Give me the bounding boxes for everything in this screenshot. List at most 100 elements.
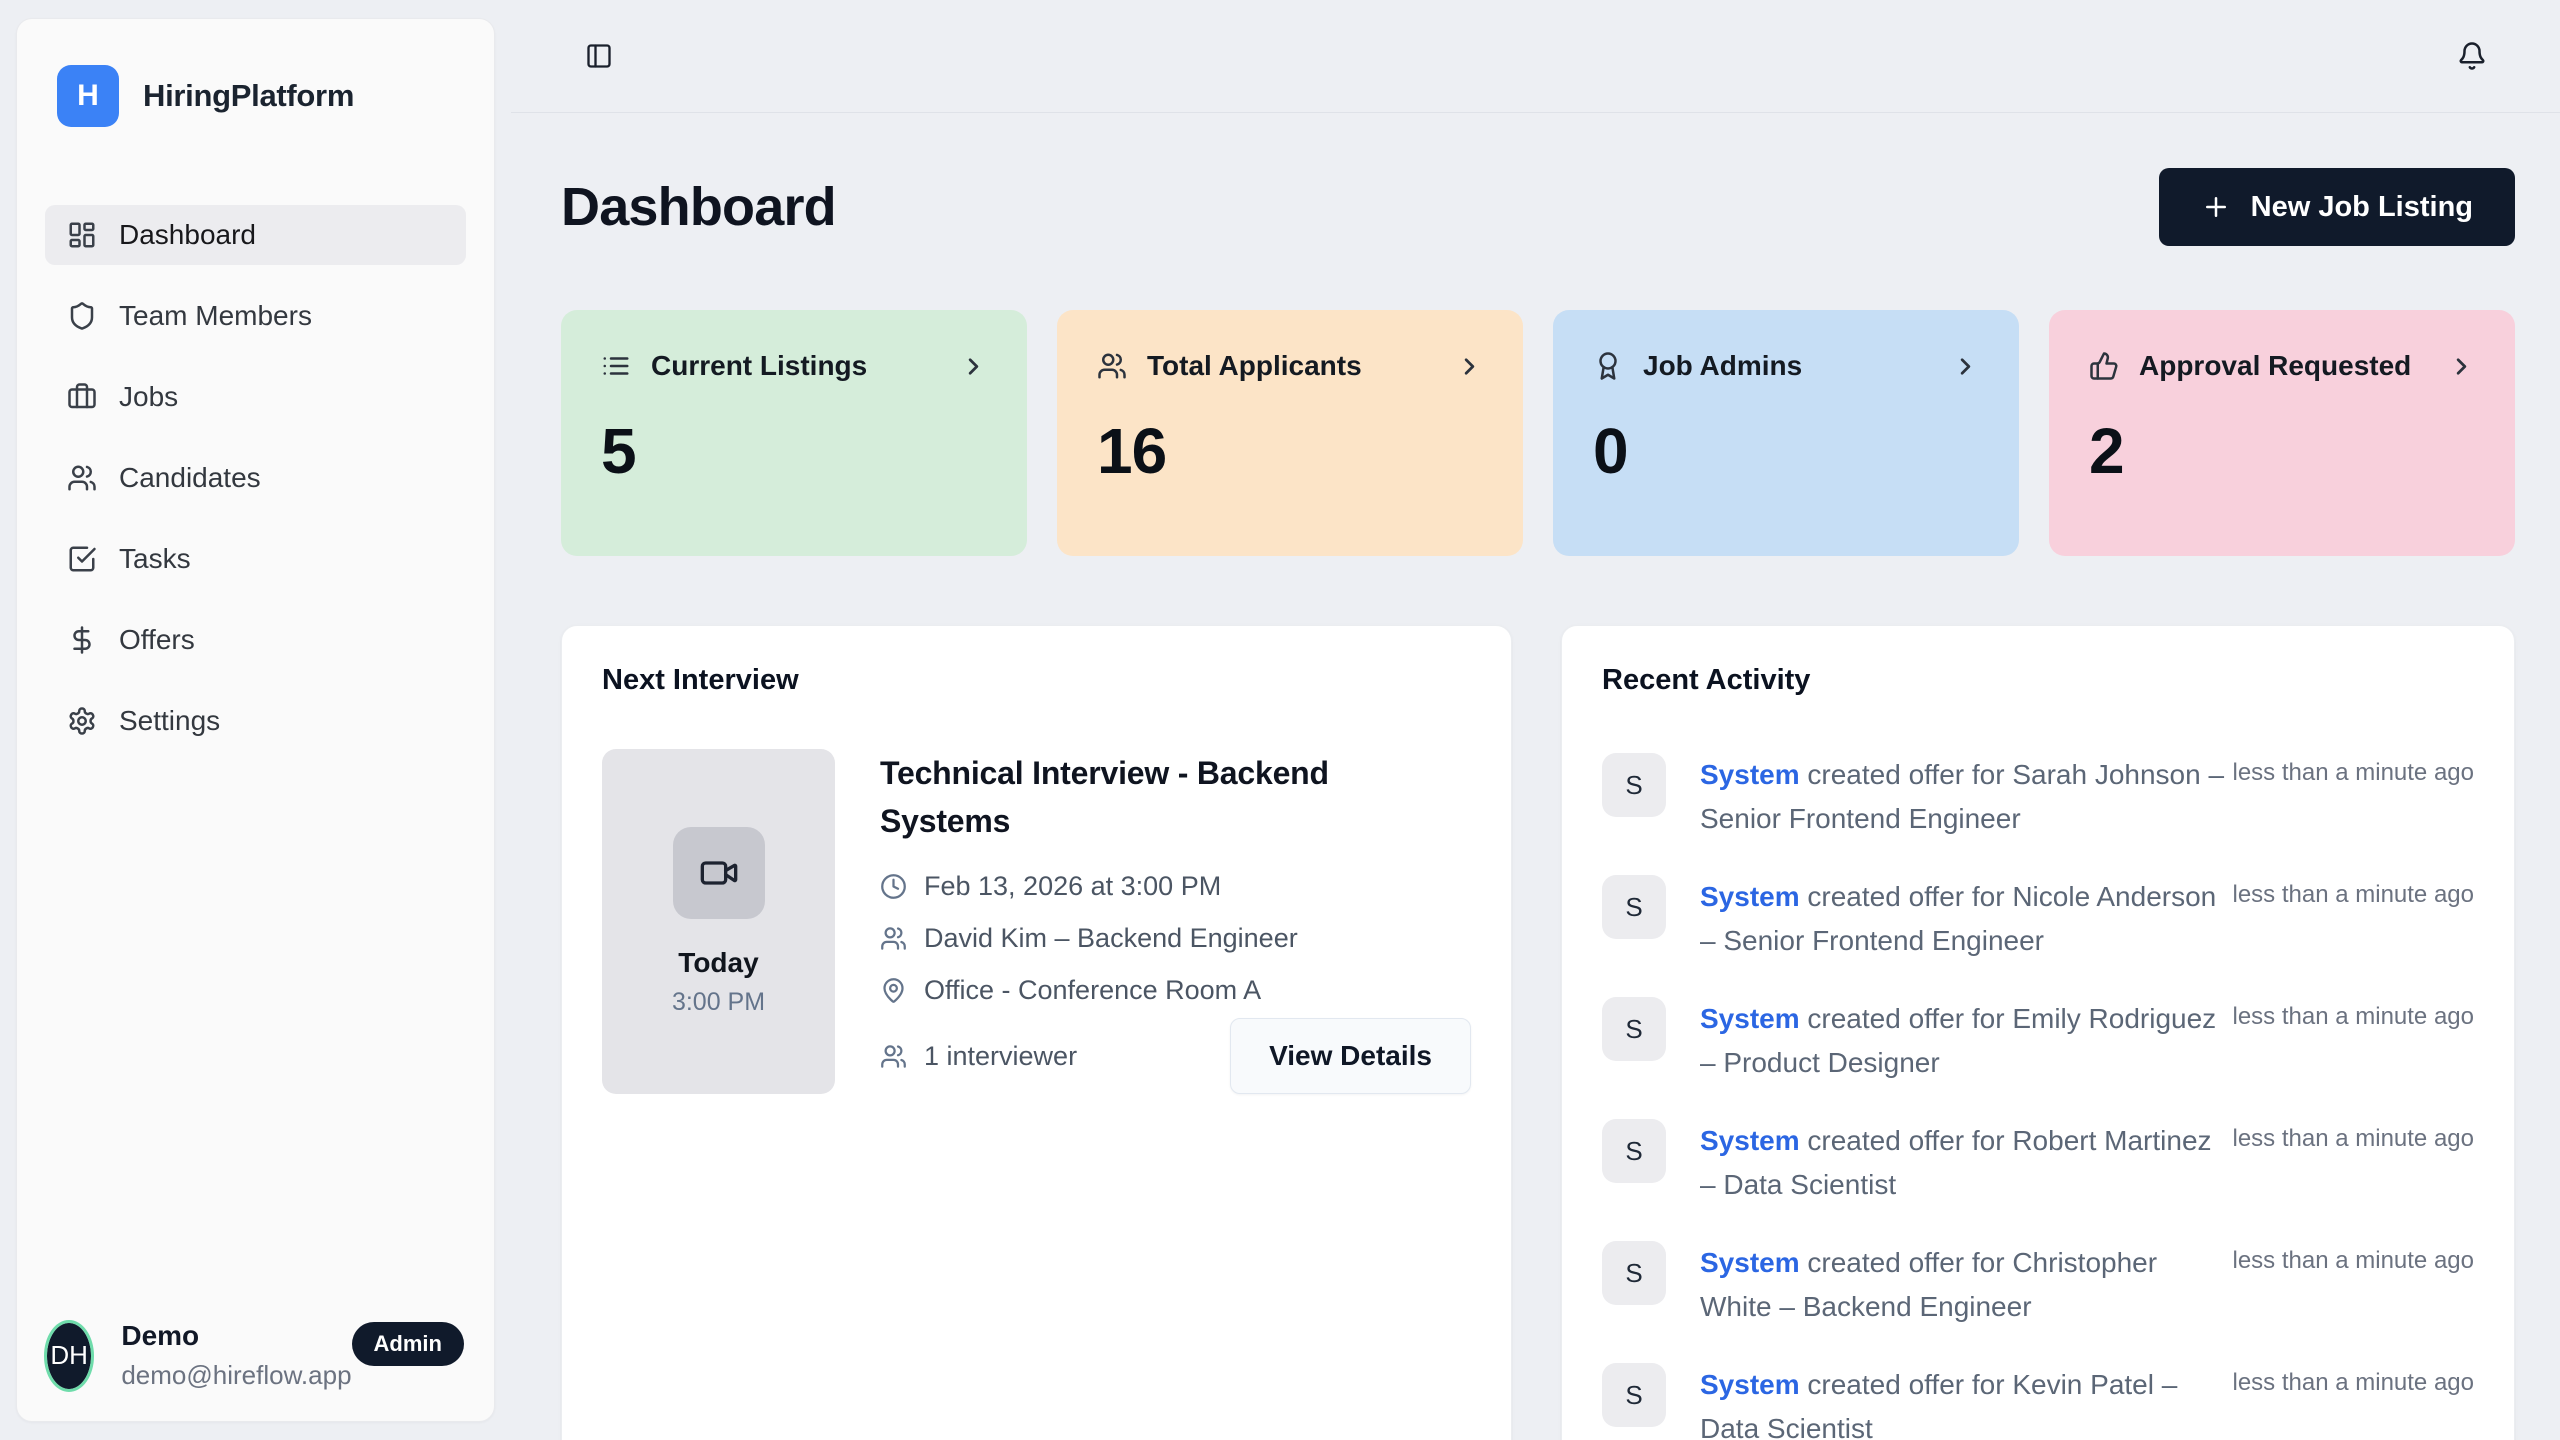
sidebar-item-tasks[interactable]: Tasks <box>45 529 466 589</box>
bell-icon <box>2457 41 2487 71</box>
activity-text: System created offer for Christopher Whi… <box>1700 1241 2225 1329</box>
activity-avatar: S <box>1602 1363 1666 1427</box>
app-logo-icon: H <box>57 65 119 127</box>
sidebar-item-candidates[interactable]: Candidates <box>45 448 466 508</box>
sidebar-item-offers[interactable]: Offers <box>45 610 466 670</box>
stat-label: Total Applicants <box>1147 350 1362 382</box>
main-content: Dashboard New Job Listing Current Listin… <box>511 113 2560 1440</box>
gear-icon <box>67 706 97 736</box>
interview-location-row: Office - Conference Room A <box>880 975 1471 1006</box>
activity-avatar: S <box>1602 997 1666 1061</box>
sidebar-item-team-members[interactable]: Team Members <box>45 286 466 346</box>
activity-timestamp: less than a minute ago <box>2233 1363 2475 1397</box>
users-icon <box>880 1043 907 1070</box>
stat-card-total-applicants[interactable]: Total Applicants 16 <box>1057 310 1523 556</box>
activity-text: System created offer for Robert Martinez… <box>1700 1119 2225 1207</box>
app-logo: H HiringPlatform <box>57 65 458 127</box>
activity-timestamp: less than a minute ago <box>2233 875 2475 909</box>
activity-timestamp: less than a minute ago <box>2233 1241 2475 1275</box>
interview-day-label: Today <box>678 947 758 979</box>
sidebar-toggle-button[interactable] <box>577 34 621 78</box>
activity-timestamp: less than a minute ago <box>2233 753 2475 787</box>
activity-avatar: S <box>1602 1119 1666 1183</box>
sidebar-item-label: Tasks <box>119 543 191 575</box>
activity-actor-link[interactable]: System <box>1700 1003 1800 1034</box>
new-job-listing-button[interactable]: New Job Listing <box>2159 168 2515 246</box>
users-icon <box>67 463 97 493</box>
activity-item: S System created offer for Nicole Anders… <box>1602 875 2474 963</box>
activity-item: S System created offer for Kevin Patel –… <box>1602 1363 2474 1440</box>
thumbs-up-icon <box>2089 351 2119 381</box>
chevron-right-icon <box>1952 353 1979 380</box>
interview-time-label: 3:00 PM <box>672 988 765 1017</box>
activity-item: S System created offer for Emily Rodrigu… <box>1602 997 2474 1085</box>
stat-card-job-admins[interactable]: Job Admins 0 <box>1553 310 2019 556</box>
user-email: demo@hireflow.app <box>121 1360 351 1391</box>
stats-row: Current Listings 5 Total Applicants <box>561 310 2515 556</box>
dollar-icon <box>67 625 97 655</box>
notifications-button[interactable] <box>2450 34 2494 78</box>
chevron-right-icon <box>1456 353 1483 380</box>
view-details-button[interactable]: View Details <box>1230 1018 1471 1094</box>
stat-value: 0 <box>1593 414 1979 488</box>
activity-actor-link[interactable]: System <box>1700 1369 1800 1400</box>
sidebar-item-label: Jobs <box>119 381 178 413</box>
sidebar-item-label: Settings <box>119 705 220 737</box>
activity-text: System created offer for Nicole Anderson… <box>1700 875 2225 963</box>
sidebar-item-label: Team Members <box>119 300 312 332</box>
admin-role-badge: Admin <box>352 1322 464 1366</box>
activity-text: System created offer for Emily Rodriguez… <box>1700 997 2225 1085</box>
activity-actor-link[interactable]: System <box>1700 1247 1800 1278</box>
sidebar-item-label: Dashboard <box>119 219 256 251</box>
recent-activity-heading: Recent Activity <box>1602 664 2474 697</box>
activity-timestamp: less than a minute ago <box>2233 1119 2475 1153</box>
sidebar-item-jobs[interactable]: Jobs <box>45 367 466 427</box>
users-icon <box>880 925 907 952</box>
activity-avatar: S <box>1602 875 1666 939</box>
activity-avatar: S <box>1602 753 1666 817</box>
activity-actor-link[interactable]: System <box>1700 1125 1800 1156</box>
sidebar-nav: Dashboard Team Members Jobs Candidates <box>45 205 466 751</box>
map-pin-icon <box>880 977 907 1004</box>
chevron-right-icon <box>960 353 987 380</box>
sidebar-item-settings[interactable]: Settings <box>45 691 466 751</box>
topbar <box>511 0 2560 113</box>
next-interview-panel: Next Interview Today 3:00 PM Technical I… <box>561 625 1512 1440</box>
sidebar-item-label: Candidates <box>119 462 261 494</box>
video-camera-icon <box>673 827 765 919</box>
stat-value: 5 <box>601 414 987 488</box>
activity-avatar: S <box>1602 1241 1666 1305</box>
interview-title: Technical Interview - Backend Systems <box>880 749 1440 845</box>
interview-thumbnail: Today 3:00 PM <box>602 749 835 1094</box>
sidebar: H HiringPlatform Dashboard Team Members <box>16 18 495 1422</box>
activity-actor-link[interactable]: System <box>1700 881 1800 912</box>
clock-icon <box>880 873 907 900</box>
interview-interviewer-row: David Kim – Backend Engineer <box>880 923 1471 954</box>
stat-label: Job Admins <box>1643 350 1802 382</box>
next-interview-heading: Next Interview <box>602 664 1471 697</box>
activity-item: S System created offer for Christopher W… <box>1602 1241 2474 1329</box>
users-icon <box>1097 351 1127 381</box>
briefcase-icon <box>67 382 97 412</box>
stat-card-approval-requested[interactable]: Approval Requested 2 <box>2049 310 2515 556</box>
activity-item: S System created offer for Sarah Johnson… <box>1602 753 2474 841</box>
stat-card-current-listings[interactable]: Current Listings 5 <box>561 310 1027 556</box>
stat-value: 16 <box>1097 414 1483 488</box>
activity-text: System created offer for Sarah Johnson –… <box>1700 753 2225 841</box>
recent-activity-panel: Recent Activity S System created offer f… <box>1561 625 2515 1440</box>
chevron-right-icon <box>2448 353 2475 380</box>
stat-label: Current Listings <box>651 350 867 382</box>
page-title: Dashboard <box>561 176 836 238</box>
check-square-icon <box>67 544 97 574</box>
sidebar-item-dashboard[interactable]: Dashboard <box>45 205 466 265</box>
activity-item: S System created offer for Robert Martin… <box>1602 1119 2474 1207</box>
stat-value: 2 <box>2089 414 2475 488</box>
sidebar-item-label: Offers <box>119 624 195 656</box>
user-avatar: DH <box>47 1323 91 1389</box>
shield-icon <box>67 301 97 331</box>
user-name: Demo <box>121 1320 351 1352</box>
activity-actor-link[interactable]: System <box>1700 759 1800 790</box>
interviewer-count: 1 interviewer <box>880 1041 1077 1072</box>
dashboard-grid-icon <box>67 220 97 250</box>
activity-timestamp: less than a minute ago <box>2233 997 2475 1031</box>
